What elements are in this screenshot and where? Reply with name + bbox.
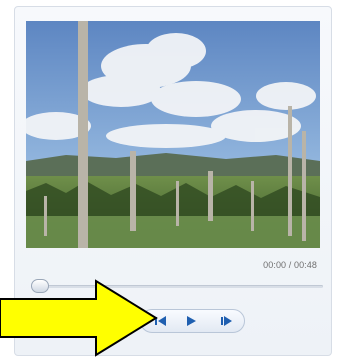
video-frame-image [26, 21, 320, 248]
next-frame-icon [220, 315, 234, 327]
play-button[interactable] [177, 311, 205, 331]
video-frame[interactable] [26, 21, 320, 248]
play-icon [185, 315, 197, 327]
next-frame-button[interactable] [213, 311, 241, 331]
time-display: 00:00 / 00:48 [263, 260, 317, 270]
pointer-arrow-icon [0, 279, 158, 357]
